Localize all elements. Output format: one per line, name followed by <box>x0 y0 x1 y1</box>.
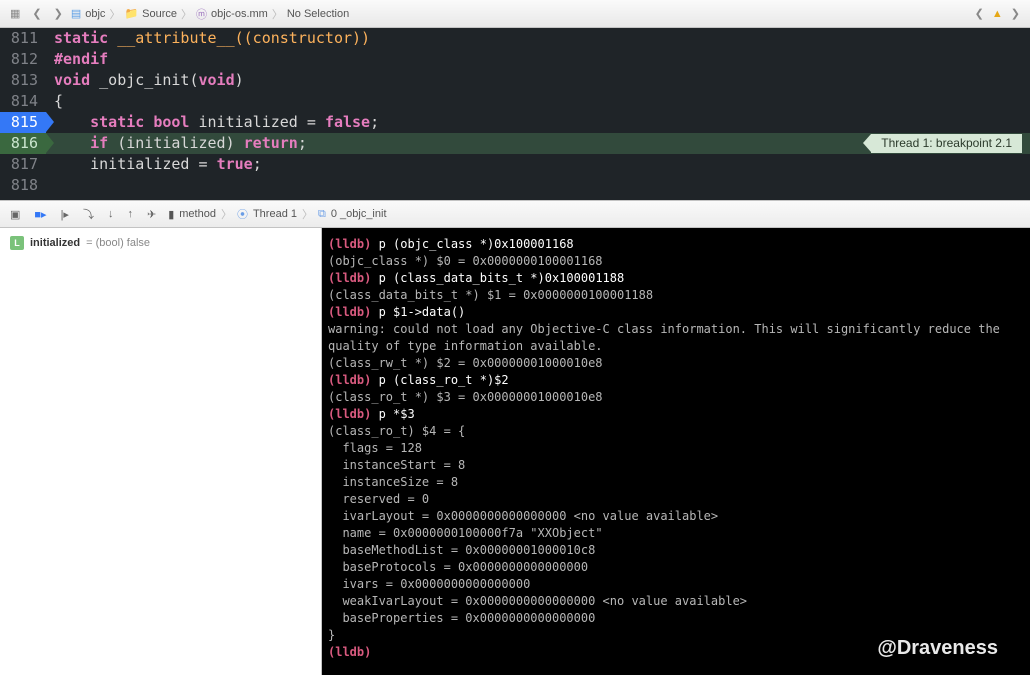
debug-toolbar: ▣ ■▸ |▸ ⤵ ↓ ↑ ✈ ▮ method 〉 ⦿ Thread 1 〉 … <box>0 200 1030 228</box>
nav-forward-icon[interactable]: ❯ <box>50 5 67 22</box>
line-number: 811 <box>0 28 46 49</box>
warning-icon[interactable]: ▲ <box>992 8 1003 20</box>
console-line: instanceSize = 8 <box>328 474 1024 491</box>
breadcrumb-item[interactable]: No Selection <box>287 8 349 20</box>
breadcrumb-item[interactable]: objc-os.mm <box>211 8 268 20</box>
breakpoint-badge[interactable]: Thread 1: breakpoint 2.1 <box>871 134 1022 153</box>
line-number: 817 <box>0 154 46 175</box>
console-line: ivarLayout = 0x0000000000000000 <no valu… <box>328 508 1024 525</box>
stack-breadcrumb[interactable]: ▮ method 〉 ⦿ Thread 1 〉 ⧉ 0 _objc_init <box>168 206 386 222</box>
local-var-badge: L <box>10 236 24 250</box>
nav-forward-icon[interactable]: ❯ <box>1007 5 1024 22</box>
console-line: baseProtocols = 0x0000000000000000 <box>328 559 1024 576</box>
m-file-icon: ⓜ <box>196 6 207 22</box>
nav-back-icon[interactable]: ❮ <box>28 5 45 22</box>
code-line: 813 void _objc_init(void) <box>0 70 1030 91</box>
chevron-right-icon: 〉 <box>221 206 232 222</box>
app-icon: ▮ <box>168 208 174 221</box>
breadcrumb-item[interactable]: Source <box>142 8 177 20</box>
console-line: baseMethodList = 0x00000001000010c8 <box>328 542 1024 559</box>
console-line: (class_data_bits_t *) $1 = 0x00000001000… <box>328 287 1024 304</box>
console-line: (lldb) p $1->data() <box>328 304 1024 321</box>
stack-frame[interactable]: 0 _objc_init <box>331 208 387 220</box>
console-line: instanceStart = 8 <box>328 457 1024 474</box>
code-line: 811 static __attribute__((constructor)) <box>0 28 1030 49</box>
code-line: 812 #endif <box>0 49 1030 70</box>
chevron-right-icon: 〉 <box>109 6 120 22</box>
variable-value: = (bool) false <box>86 237 150 249</box>
file-icon: ▤ <box>71 7 81 20</box>
line-number: 813 <box>0 70 46 91</box>
continue-icon[interactable]: |▸ <box>59 206 71 223</box>
related-items-icon[interactable]: ▦ <box>6 5 24 22</box>
variables-panel[interactable]: L initialized = (bool) false <box>0 228 322 675</box>
console-line: (class_rw_t *) $2 = 0x00000001000010e8 <box>328 355 1024 372</box>
variable-row[interactable]: L initialized = (bool) false <box>10 236 311 250</box>
breadcrumb-item[interactable]: objc <box>85 8 105 20</box>
step-out-icon[interactable]: ↑ <box>125 206 135 222</box>
code-line-step: 816 if (initialized) return; Thread 1: b… <box>0 133 1030 154</box>
frame-icon: ⧉ <box>318 208 326 221</box>
console-line: warning: could not load any Objective-C … <box>328 321 1024 355</box>
console-line: baseProperties = 0x0000000000000000 <box>328 610 1024 627</box>
nav-back-icon[interactable]: ❮ <box>971 5 988 22</box>
console-line: (lldb) p (class_ro_t *)$2 <box>328 372 1024 389</box>
chevron-right-icon: 〉 <box>272 6 283 22</box>
view-memory-icon[interactable]: ✈ <box>145 206 158 223</box>
code-line: 818 <box>0 175 1030 196</box>
console-line: flags = 128 <box>328 440 1024 457</box>
console-line: (class_ro_t) $4 = { <box>328 423 1024 440</box>
console-line: reserved = 0 <box>328 491 1024 508</box>
line-number: 818 <box>0 175 46 196</box>
breakpoints-toggle-icon[interactable]: ■▸ <box>32 206 48 223</box>
chevron-right-icon: 〉 <box>181 6 192 22</box>
code-line-current: 815 static bool initialized = false; <box>0 112 1030 133</box>
hide-debug-icon[interactable]: ▣ <box>8 206 22 223</box>
console-line: (lldb) p *$3 <box>328 406 1024 423</box>
breadcrumb-bar: ▦ ❮ ❯ ▤ objc 〉 📁 Source 〉 ⓜ objc-os.mm 〉… <box>0 0 1030 28</box>
console-line: name = 0x0000000100000f7a "XXObject" <box>328 525 1024 542</box>
code-line: 814 { <box>0 91 1030 112</box>
code-line: 817 initialized = true; <box>0 154 1030 175</box>
line-number: 812 <box>0 49 46 70</box>
variable-name: initialized <box>30 237 80 249</box>
line-number: 814 <box>0 91 46 112</box>
chevron-right-icon: 〉 <box>302 206 313 222</box>
stack-thread[interactable]: Thread 1 <box>253 208 297 220</box>
code-editor[interactable]: 811 static __attribute__((constructor)) … <box>0 28 1030 200</box>
console-line: (lldb) p (objc_class *)0x100001168 <box>328 236 1024 253</box>
console-line: weakIvarLayout = 0x0000000000000000 <no … <box>328 593 1024 610</box>
console-line: ivars = 0x0000000000000000 <box>328 576 1024 593</box>
line-number-breakpoint[interactable]: 815 <box>0 112 46 133</box>
console-line: (lldb) p (class_data_bits_t *)0x10000118… <box>328 270 1024 287</box>
watermark: @Draveness <box>877 640 998 657</box>
line-number-execution[interactable]: 816 <box>0 133 46 154</box>
console-line: (class_ro_t *) $3 = 0x00000001000010e8 <box>328 389 1024 406</box>
step-over-icon[interactable]: ⤵ <box>81 204 96 224</box>
step-into-icon[interactable]: ↓ <box>106 206 116 222</box>
debug-area: L initialized = (bool) false (lldb) p (o… <box>0 228 1030 675</box>
thread-icon: ⦿ <box>237 206 248 222</box>
stack-method[interactable]: method <box>179 208 216 220</box>
lldb-console[interactable]: (lldb) p (objc_class *)0x100001168(objc_… <box>322 228 1030 675</box>
folder-icon: 📁 <box>124 7 138 20</box>
console-line: (objc_class *) $0 = 0x0000000100001168 <box>328 253 1024 270</box>
